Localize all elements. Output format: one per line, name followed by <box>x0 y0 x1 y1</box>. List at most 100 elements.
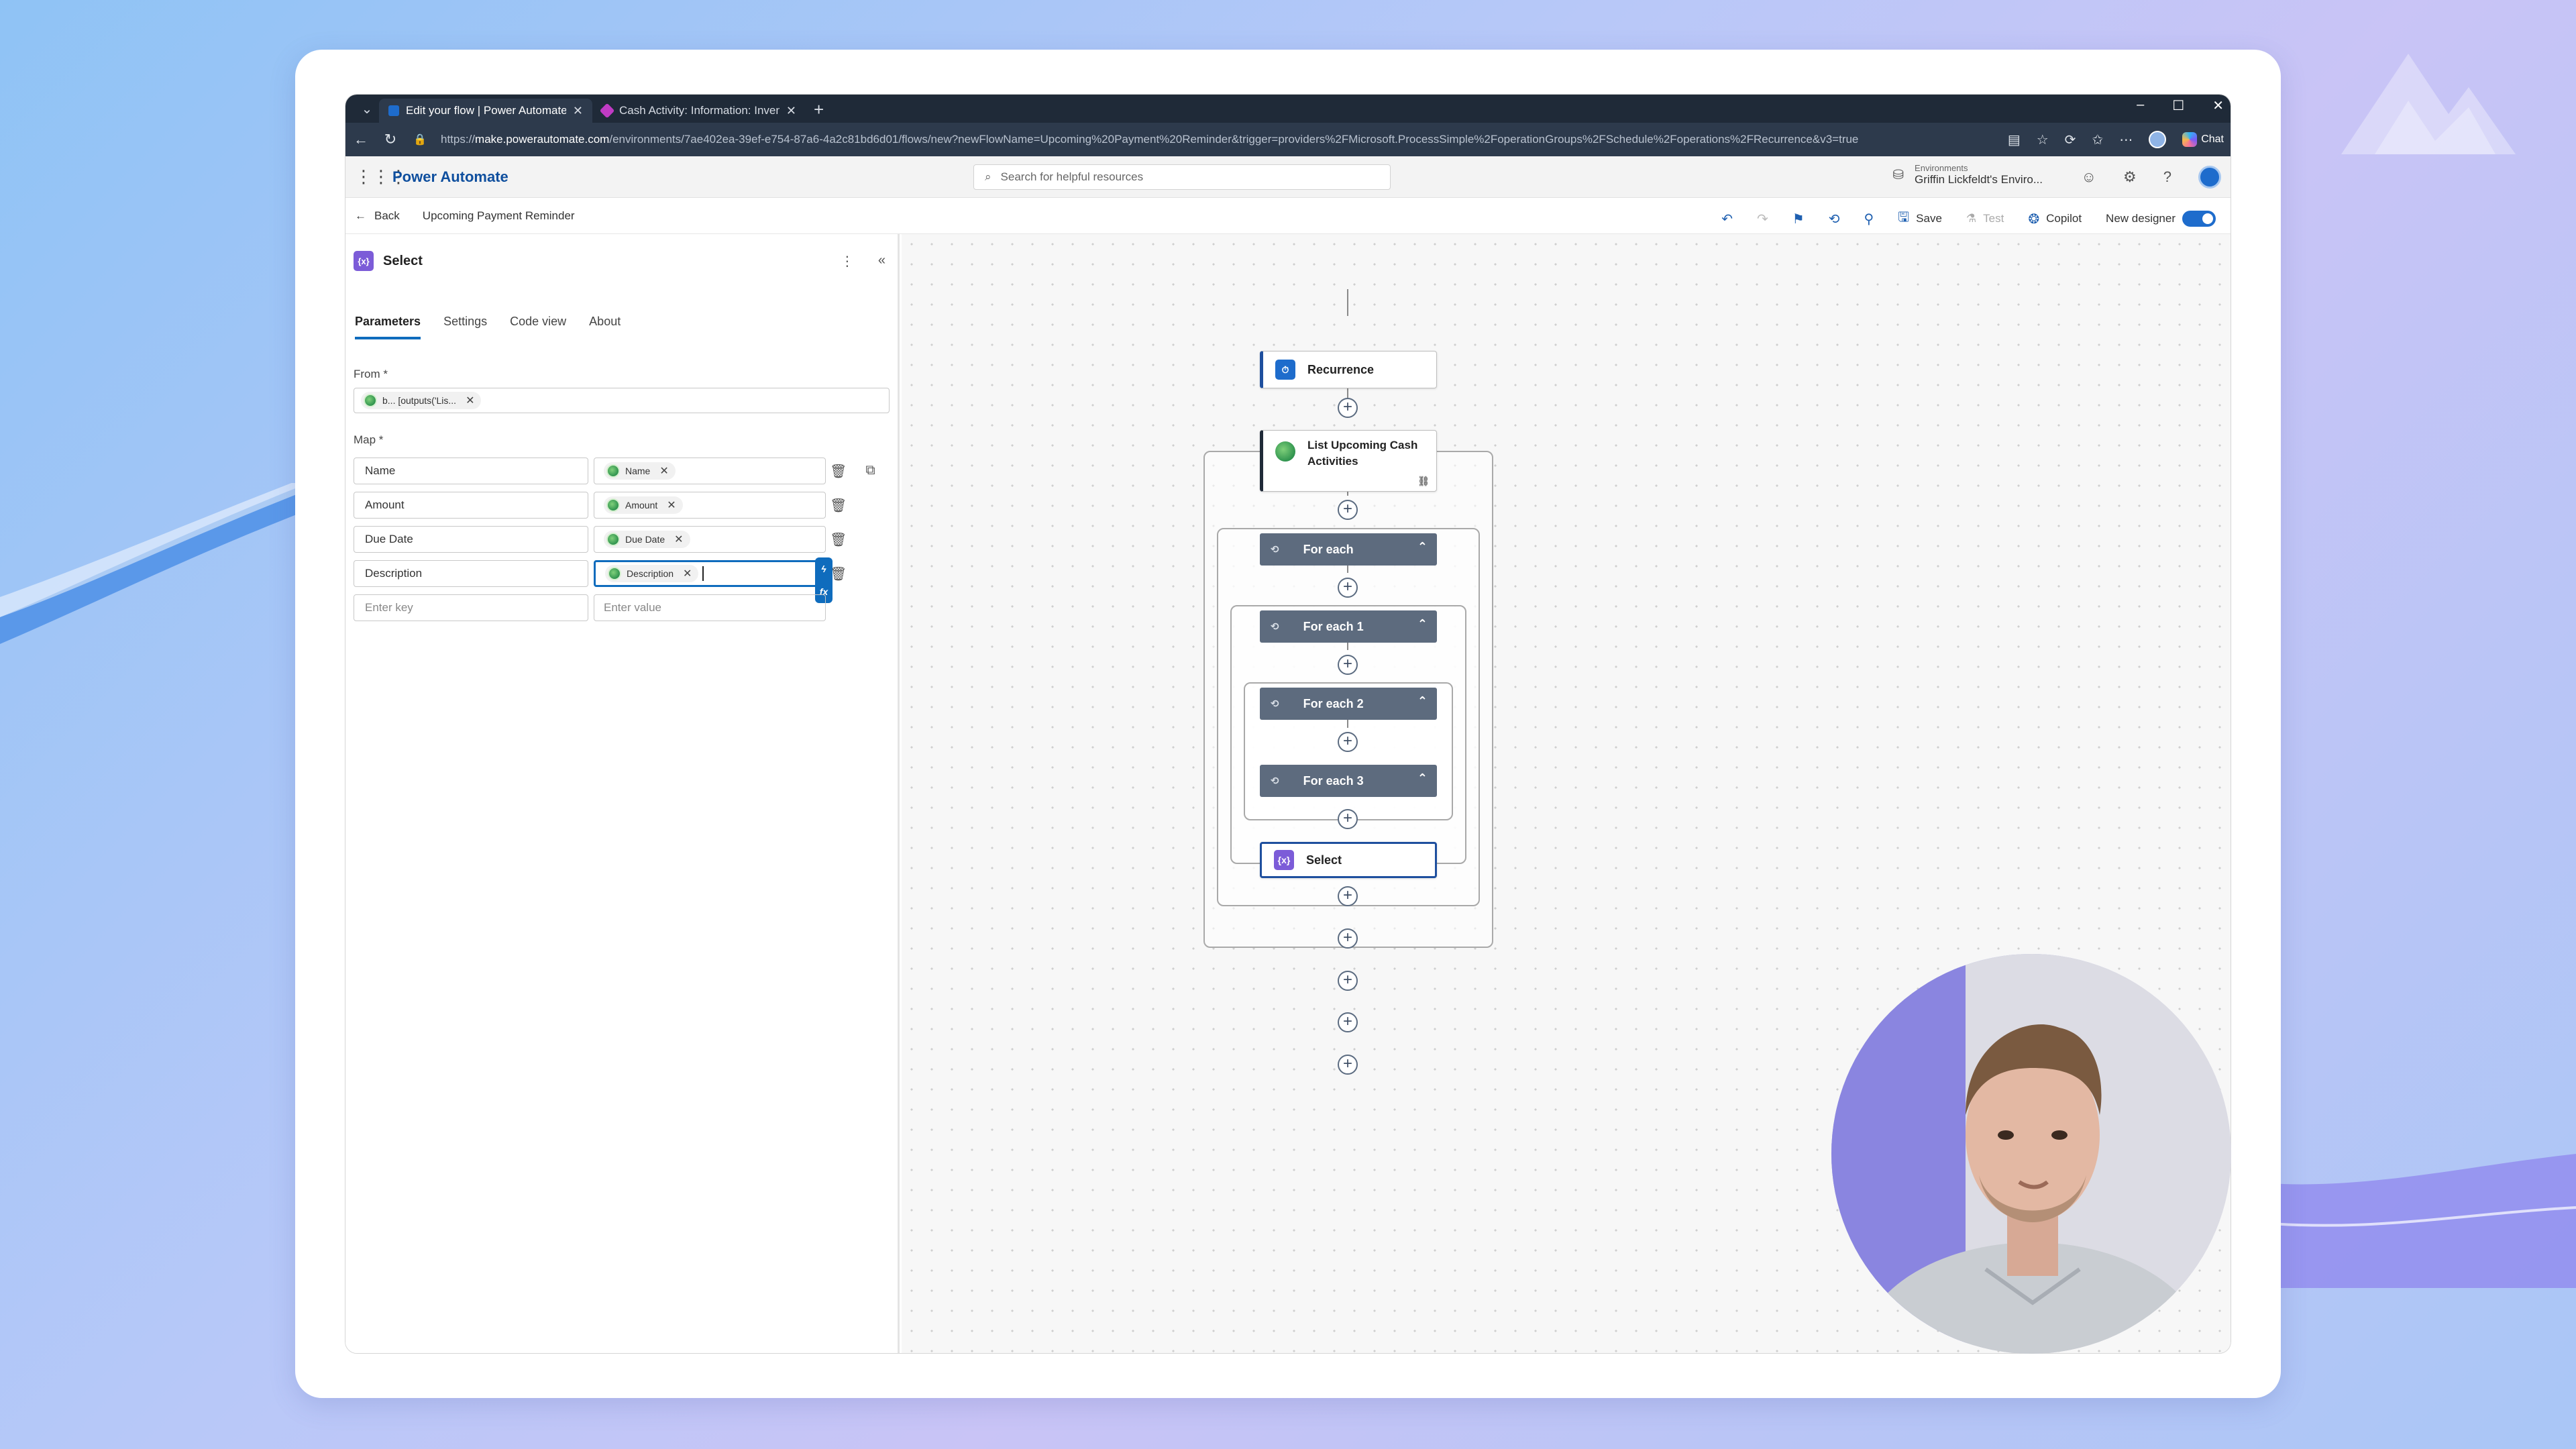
add-step-icon[interactable]: + <box>1338 578 1358 598</box>
map-key-input[interactable]: Enter key <box>354 594 588 621</box>
browser-tab-active[interactable]: Edit your flow | Power Automate ✕ <box>379 99 592 123</box>
add-step-icon[interactable]: + <box>1338 732 1358 752</box>
for-each-2-header[interactable]: ⟲ For each 2 ⌃ <box>1260 688 1437 720</box>
more-options-icon[interactable]: ⋮ <box>841 253 854 270</box>
collapse-chevron-icon[interactable]: ⌃ <box>1417 617 1428 631</box>
dynamic-content-lightning-icon[interactable]: ϟ <box>821 564 826 574</box>
back-arrow-icon[interactable]: ← <box>352 131 370 148</box>
collapse-chevron-icon[interactable]: ⌃ <box>1417 540 1428 554</box>
tab-close-icon[interactable]: ✕ <box>573 104 583 118</box>
user-avatar[interactable] <box>2198 166 2221 189</box>
token-remove-icon[interactable]: ✕ <box>466 394 474 407</box>
flow-checker-icon[interactable]: ⚑ <box>1792 211 1805 227</box>
map-key-input[interactable]: Description <box>354 560 588 587</box>
url-field[interactable]: https://make.powerautomate.com/environme… <box>441 133 1996 146</box>
recurrence-trigger-card[interactable]: ⏱ Recurrence <box>1260 351 1437 388</box>
add-step-icon[interactable]: + <box>1338 655 1358 675</box>
map-key-input[interactable]: Amount <box>354 492 588 519</box>
token-remove-icon[interactable]: ✕ <box>674 533 683 546</box>
toggle-switch[interactable] <box>2182 211 2216 227</box>
profile-avatar[interactable] <box>2149 131 2167 148</box>
delete-row-icon[interactable]: 🗑 <box>830 497 847 514</box>
dynamic-content-token[interactable]: Description ✕ <box>605 565 699 582</box>
map-key-input[interactable]: Name <box>354 458 588 484</box>
token-remove-icon[interactable]: ✕ <box>667 498 676 512</box>
add-step-icon[interactable]: + <box>1338 971 1358 991</box>
map-value-input[interactable]: Amount ✕ <box>594 492 826 519</box>
dynamic-content-token[interactable]: Name ✕ <box>604 462 676 480</box>
token-label: Name <box>625 466 651 476</box>
for-each-1-header[interactable]: ⟲ For each 1 ⌃ <box>1260 610 1437 643</box>
search-input[interactable]: ⌕ Search for helpful resources <box>973 164 1391 190</box>
collapse-panel-icon[interactable]: « <box>878 253 885 270</box>
dynamic-content-token[interactable]: b... [outputs('Lis... ✕ <box>361 392 482 409</box>
add-step-icon[interactable]: + <box>1338 1055 1358 1075</box>
test-button[interactable]: ⚗ Test <box>1966 212 2004 225</box>
copilot-button[interactable]: ❂ Copilot <box>2028 211 2082 227</box>
delete-row-icon[interactable]: 🗑 <box>830 531 847 548</box>
more-icon[interactable]: ⋯ <box>2119 131 2133 148</box>
map-value-input[interactable]: Due Date ✕ <box>594 526 826 553</box>
reader-mode-icon[interactable]: ▤ <box>2008 131 2021 148</box>
app-name[interactable]: Power Automate <box>392 168 508 186</box>
favorite-star-icon[interactable]: ☆ <box>2037 131 2049 148</box>
map-key-input[interactable]: Due Date <box>354 526 588 553</box>
tab-about[interactable]: About <box>589 315 621 339</box>
redo-icon[interactable]: ↷ <box>1757 211 1768 227</box>
switch-to-text-mode-icon[interactable]: ⧉ <box>865 463 875 480</box>
favorites-icon[interactable]: ✩ <box>2092 131 2103 148</box>
maximize-icon[interactable]: ☐ <box>2172 97 2184 114</box>
tab-code-view[interactable]: Code view <box>510 315 566 339</box>
delete-row-icon[interactable]: 🗑 <box>830 566 847 582</box>
site-info-icon[interactable]: 🔒 <box>411 133 429 146</box>
add-step-icon[interactable]: + <box>1338 500 1358 520</box>
for-each-header[interactable]: ⟲ For each ⌃ <box>1260 533 1437 566</box>
new-tab-icon[interactable]: + <box>814 99 824 120</box>
recurrence-label: Recurrence <box>1307 362 1375 376</box>
collapse-chevron-icon[interactable]: ⌃ <box>1417 694 1428 708</box>
collapse-chevron-icon[interactable]: ⌃ <box>1417 771 1428 786</box>
map-value-input[interactable]: Enter value <box>594 594 826 621</box>
token-remove-icon[interactable]: ✕ <box>659 464 668 478</box>
minimize-icon[interactable]: – <box>2137 97 2144 114</box>
help-icon[interactable]: ? <box>2163 168 2171 186</box>
from-label: From * <box>354 368 388 380</box>
undo-icon[interactable]: ↶ <box>1721 211 1733 227</box>
add-step-icon[interactable]: + <box>1338 1012 1358 1032</box>
from-input[interactable]: b... [outputs('Lis... ✕ <box>354 388 890 413</box>
panel-title[interactable]: Select <box>383 254 423 269</box>
new-designer-toggle[interactable]: New designer <box>2106 211 2216 227</box>
ai-assist-icon[interactable]: ⚲ <box>1864 211 1874 227</box>
add-step-icon[interactable]: + <box>1338 398 1358 418</box>
settings-gear-icon[interactable]: ⚙ <box>2123 168 2137 186</box>
dynamic-content-token[interactable]: Amount ✕ <box>604 496 683 514</box>
version-history-icon[interactable]: ⟲ <box>1829 211 1840 227</box>
map-value-input-focused[interactable]: Description ✕ <box>594 560 826 587</box>
browser-tab[interactable]: Cash Activity: Information: Invent ✕ <box>592 99 806 123</box>
select-action-card[interactable]: {x} Select <box>1260 842 1437 878</box>
dynamic-content-token[interactable]: Due Date ✕ <box>604 531 690 548</box>
tab-settings[interactable]: Settings <box>443 315 487 339</box>
back-button[interactable]: ← Back <box>355 209 400 223</box>
browser-tab-strip: ⌄ Edit your flow | Power Automate ✕ Cash… <box>345 95 2231 123</box>
loop-icon: ⟲ <box>1271 698 1279 710</box>
list-cash-activities-card[interactable]: List Upcoming Cash Activities ⛓ <box>1260 430 1437 492</box>
add-step-icon[interactable]: + <box>1338 886 1358 906</box>
map-value-input[interactable]: Name ✕ <box>594 458 826 484</box>
app-launcher-icon[interactable]: ⋮⋮⋮ <box>355 166 407 187</box>
tab-list-chevron-icon[interactable]: ⌄ <box>355 97 379 121</box>
extension-refresh-icon[interactable]: ⟳ <box>2065 131 2076 148</box>
window-close-icon[interactable]: ✕ <box>2212 97 2224 114</box>
environment-picker[interactable]: ⛁ Environments Griffin Lickfeldt's Envir… <box>1892 163 2043 186</box>
tab-close-icon[interactable]: ✕ <box>786 104 796 118</box>
for-each-3-header[interactable]: ⟲ For each 3 ⌃ <box>1260 765 1437 797</box>
delete-row-icon[interactable]: 🗑 <box>830 463 847 480</box>
save-button[interactable]: 🖫 Save <box>1898 207 1942 230</box>
add-step-icon[interactable]: + <box>1338 928 1358 949</box>
add-step-icon[interactable]: + <box>1338 809 1358 829</box>
token-remove-icon[interactable]: ✕ <box>683 567 692 580</box>
feedback-smiley-icon[interactable]: ☺ <box>2082 168 2096 186</box>
refresh-icon[interactable]: ↻ <box>382 131 399 148</box>
tab-parameters[interactable]: Parameters <box>355 315 421 339</box>
copilot-chat-button[interactable]: Chat <box>2182 132 2224 147</box>
